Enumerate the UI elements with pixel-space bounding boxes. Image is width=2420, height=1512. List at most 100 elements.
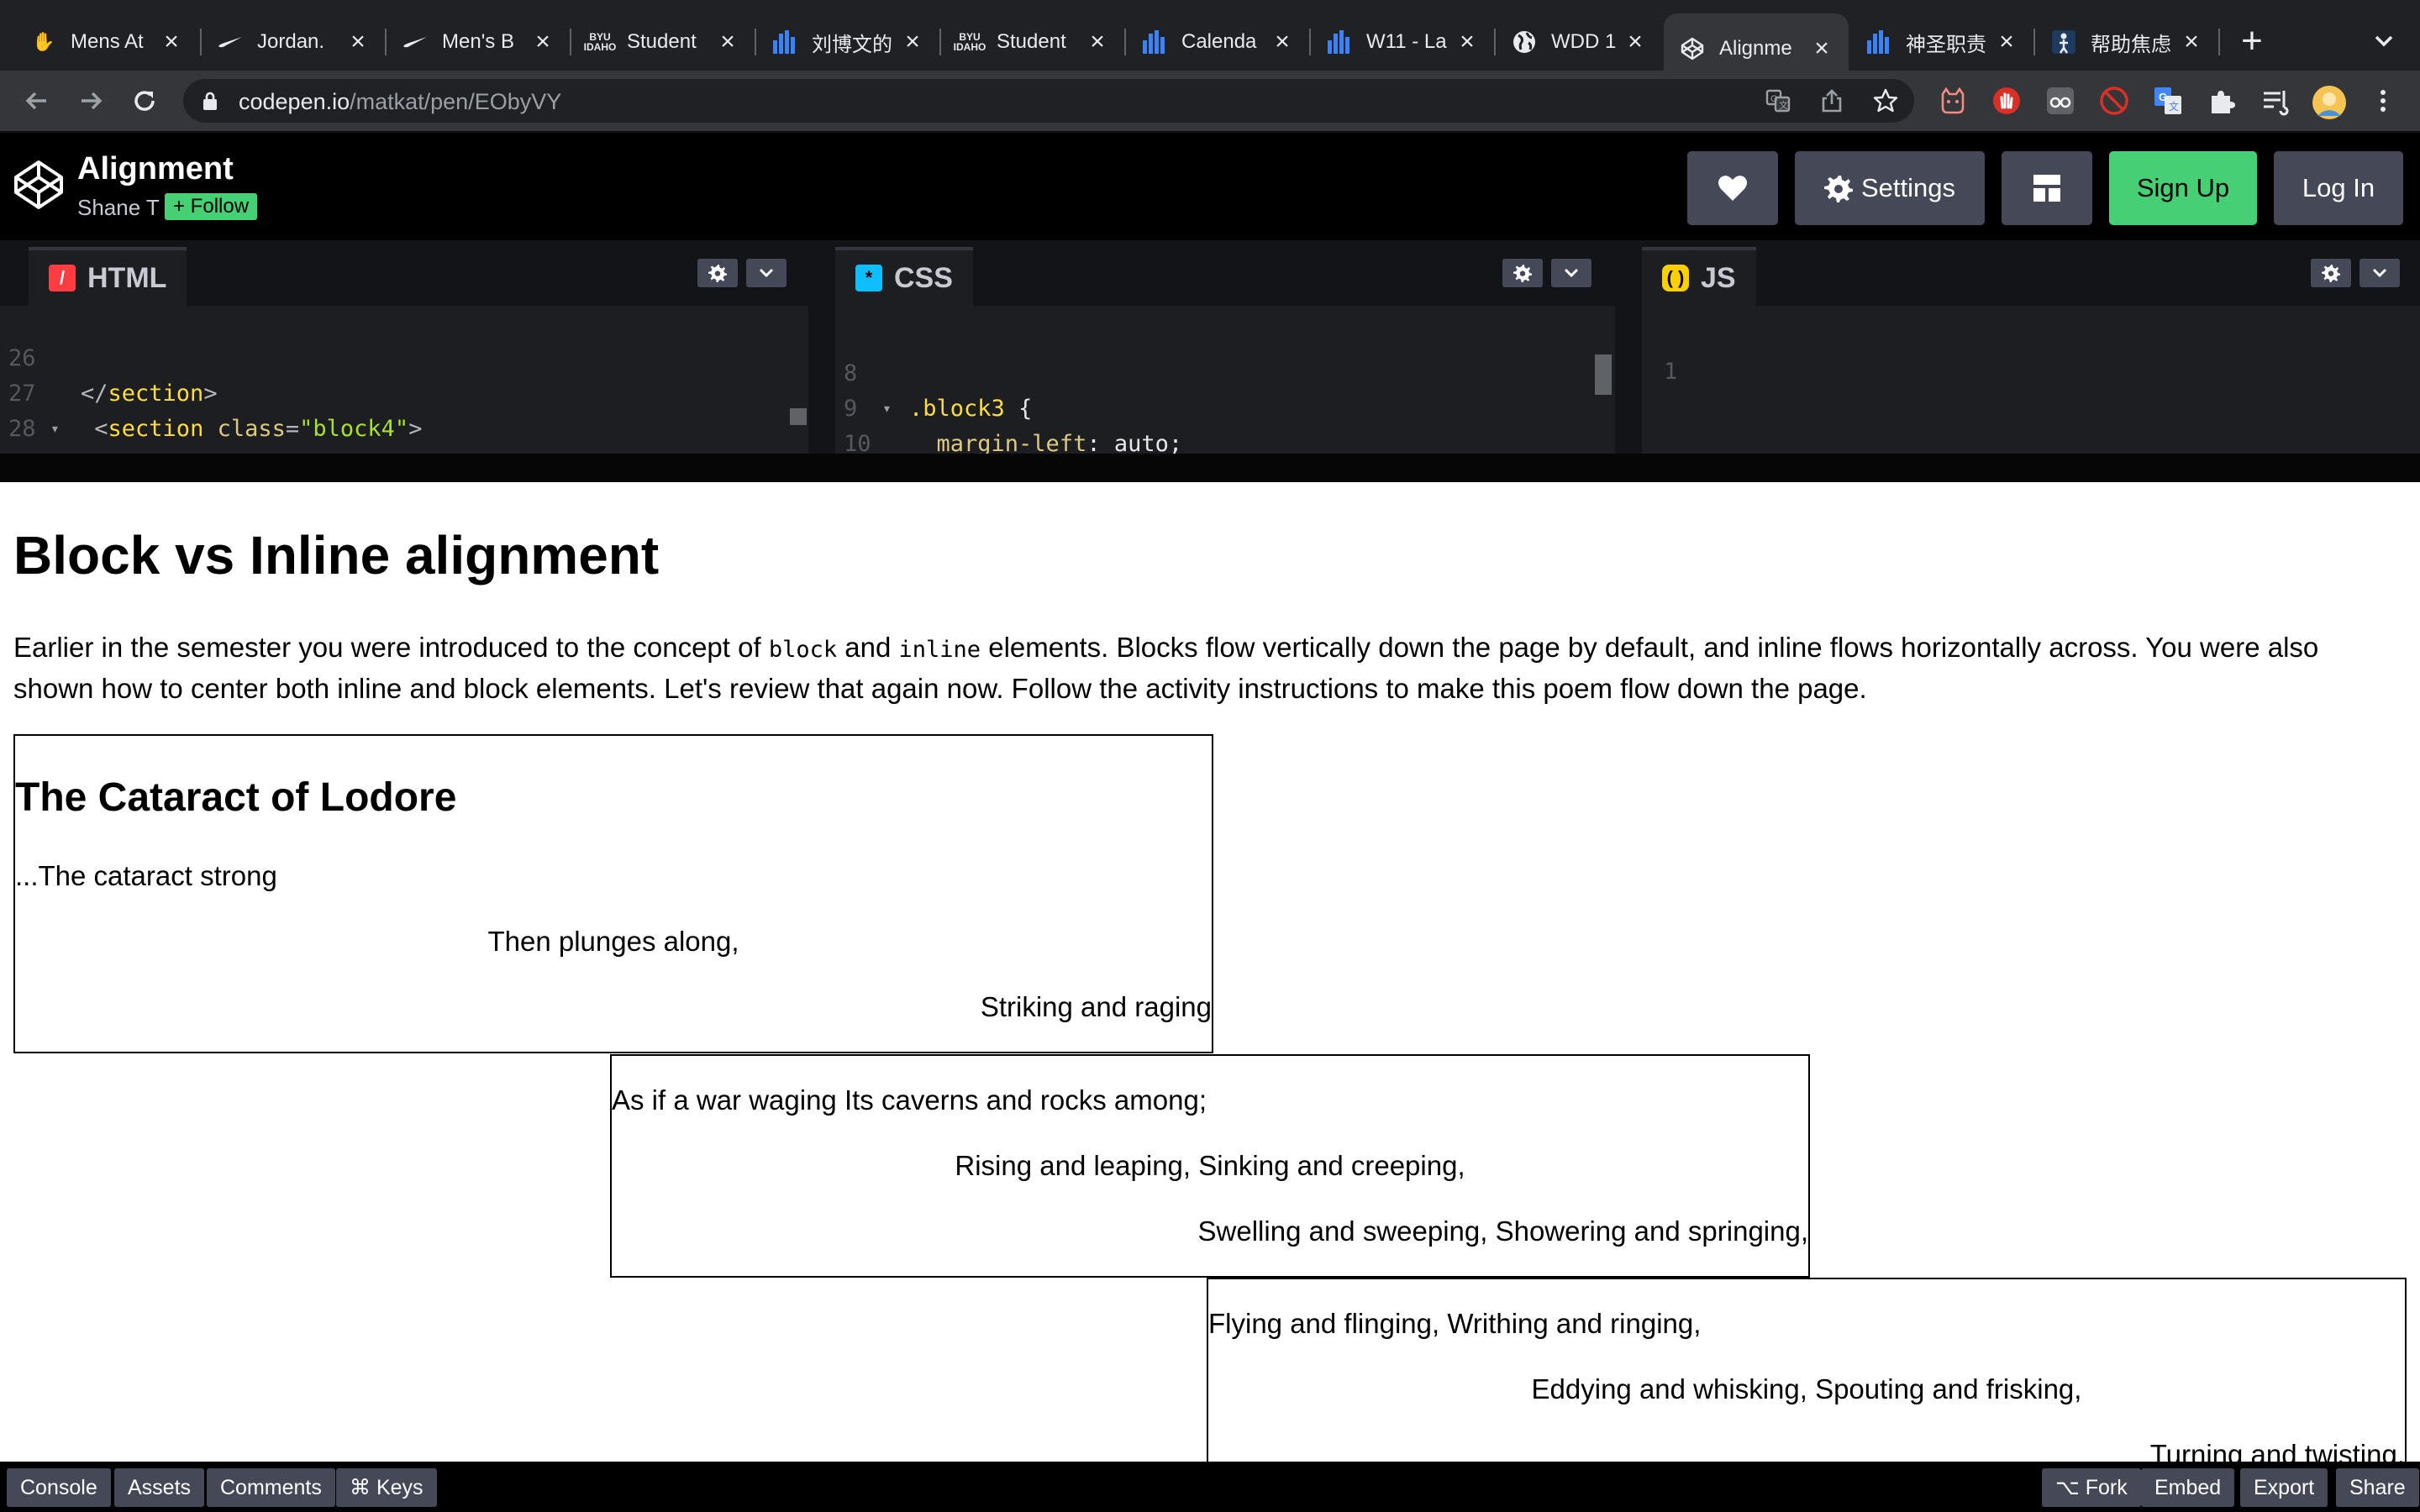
new-tab-button[interactable]: + bbox=[2235, 20, 2269, 61]
close-icon[interactable]: × bbox=[2180, 28, 2203, 55]
browser-tab[interactable]: WDD 13 × bbox=[1496, 15, 1662, 69]
console-button[interactable]: Console bbox=[7, 1468, 111, 1507]
url-text[interactable]: codepen.io/matkat/pen/EObyVY bbox=[239, 89, 561, 115]
avatar[interactable] bbox=[2312, 86, 2346, 119]
close-icon[interactable]: × bbox=[1623, 28, 1647, 55]
glasses-extension-icon[interactable] bbox=[2045, 86, 2075, 116]
gear-icon[interactable] bbox=[2311, 259, 2351, 287]
poem-line-center: Eddying and whisking, Spouting and frisk… bbox=[1531, 1373, 2082, 1404]
tab-css[interactable]: * CSS bbox=[835, 247, 973, 306]
close-icon[interactable]: × bbox=[1810, 34, 1833, 62]
chevron-down-icon[interactable] bbox=[1551, 259, 1591, 287]
tab-title: Student bbox=[997, 30, 1066, 53]
follow-button[interactable]: + Follow bbox=[165, 193, 258, 220]
close-icon[interactable]: × bbox=[1995, 28, 2018, 55]
hand-stop-extension-icon[interactable] bbox=[1991, 86, 2022, 116]
tab-js[interactable]: ( ) JS bbox=[1642, 247, 1756, 306]
bar-chart-icon bbox=[771, 29, 798, 55]
js-editor-header: ( ) JS bbox=[1642, 240, 2420, 306]
back-arrow-icon[interactable] bbox=[17, 81, 57, 121]
close-icon[interactable]: × bbox=[1455, 28, 1479, 55]
more-vertical-icon[interactable] bbox=[2368, 86, 2398, 116]
share-icon[interactable] bbox=[1818, 87, 1845, 114]
forward-arrow-icon[interactable] bbox=[71, 81, 111, 121]
scrollbar[interactable] bbox=[1595, 354, 1612, 395]
chevron-down-icon[interactable] bbox=[746, 259, 786, 287]
export-button[interactable]: Export bbox=[2240, 1468, 2328, 1507]
close-icon[interactable]: × bbox=[531, 28, 555, 55]
embed-button[interactable]: Embed bbox=[2141, 1468, 2235, 1507]
layout-button[interactable] bbox=[2002, 151, 2092, 225]
log-in-button[interactable]: Log In bbox=[2274, 151, 2403, 225]
poem-block-2: As if a war waging Its caverns and rocks… bbox=[610, 1054, 1810, 1278]
svg-text:G: G bbox=[2159, 91, 2167, 103]
editor-resize-bar[interactable] bbox=[0, 454, 2420, 482]
puzzle-extensions-icon[interactable] bbox=[2207, 86, 2237, 116]
gear-icon bbox=[1823, 176, 1853, 202]
figure-icon bbox=[2050, 29, 2077, 55]
code-text: rebound:</p> bbox=[103, 447, 266, 454]
codepen-logo-icon[interactable] bbox=[12, 158, 66, 212]
browser-tab[interactable]: 帮助焦虑 × bbox=[2035, 15, 2218, 69]
chevron-down-icon[interactable] bbox=[2360, 259, 2400, 287]
intro-text: Earlier in the semester you were introdu… bbox=[13, 632, 769, 663]
comments-button[interactable]: Comments bbox=[207, 1468, 335, 1507]
scrollbar[interactable] bbox=[790, 408, 807, 425]
code-line: 27 ▾ <section class="block4"> bbox=[0, 341, 808, 442]
close-icon[interactable]: × bbox=[901, 28, 924, 55]
cat-extension-icon[interactable] bbox=[1938, 86, 1968, 116]
browser-tab[interactable]: Jordan. × bbox=[202, 15, 385, 69]
lock-icon[interactable] bbox=[200, 91, 220, 111]
url-domain: codepen.io bbox=[239, 89, 350, 114]
tab-title: W11 - La bbox=[1366, 30, 1447, 53]
hand-icon: ✋ bbox=[32, 31, 55, 52]
close-icon[interactable]: × bbox=[1270, 28, 1294, 55]
bar-chart-icon bbox=[1865, 29, 1892, 55]
browser-tab[interactable]: W11 - La × bbox=[1311, 15, 1494, 69]
reading-list-icon[interactable] bbox=[2260, 86, 2291, 116]
css-asterisk-icon: * bbox=[855, 265, 882, 291]
close-icon[interactable]: × bbox=[716, 28, 739, 55]
tab-separator bbox=[2218, 29, 2220, 55]
browser-tab[interactable]: BYU IDAHO Student × bbox=[941, 15, 1124, 69]
browser-tab[interactable]: Men's B × bbox=[387, 15, 570, 69]
reload-icon[interactable] bbox=[124, 81, 165, 121]
pen-author[interactable]: Shane T bbox=[77, 195, 160, 221]
address-bar[interactable]: codepen.io/matkat/pen/EObyVY G文 bbox=[183, 79, 1914, 123]
heart-button[interactable] bbox=[1687, 151, 1778, 225]
browser-tab[interactable]: 神圣职责 × bbox=[1850, 15, 2033, 69]
blocked-extension-icon[interactable] bbox=[2099, 86, 2129, 116]
poem-block-1: The Cataract of Lodore ...The cataract s… bbox=[13, 734, 1213, 1053]
browser-tab[interactable]: Calenda × bbox=[1126, 15, 1309, 69]
settings-button[interactable]: Settings bbox=[1795, 151, 1985, 225]
inline-code: block bbox=[768, 637, 838, 663]
code-line: rebound:</p> bbox=[0, 412, 808, 454]
globe-icon bbox=[1511, 29, 1538, 55]
keys-button[interactable]: ⌘ Keys bbox=[336, 1468, 437, 1507]
assets-button[interactable]: Assets bbox=[114, 1468, 205, 1507]
sign-up-button[interactable]: Sign Up bbox=[2109, 151, 2257, 225]
google-translate-extension-icon[interactable]: G文 bbox=[2153, 86, 2183, 116]
codepen-footer: Console Assets Comments ⌘ Keys ⌥ Fork Em… bbox=[0, 1462, 2420, 1512]
svg-text:文: 文 bbox=[2169, 100, 2179, 113]
translate-icon[interactable]: G文 bbox=[1765, 87, 1791, 114]
gear-icon[interactable] bbox=[1502, 259, 1543, 287]
browser-tab[interactable]: BYU IDAHO Student × bbox=[571, 15, 755, 69]
heart-icon bbox=[1718, 176, 1747, 201]
html-code[interactable]: 26 </section> 27 ▾ <section class="block… bbox=[0, 306, 808, 454]
chevron-down-icon[interactable] bbox=[2370, 27, 2398, 55]
close-icon[interactable]: × bbox=[346, 28, 370, 55]
browser-tab[interactable]: ✋ Mens At × bbox=[15, 15, 198, 69]
tab-title: WDD 13 bbox=[1551, 30, 1617, 53]
fork-button[interactable]: ⌥ Fork bbox=[2042, 1468, 2141, 1507]
js-code[interactable]: 1 bbox=[1642, 319, 2420, 385]
css-code[interactable]: 8 ▾.block3 { 9 margin-left: auto; 10 } 1… bbox=[835, 321, 1615, 454]
close-icon[interactable]: × bbox=[160, 28, 183, 55]
close-icon[interactable]: × bbox=[1086, 28, 1109, 55]
browser-tab[interactable]: 刘博文的 × bbox=[756, 15, 939, 69]
bookmark-star-icon[interactable] bbox=[1872, 87, 1899, 114]
gear-icon[interactable] bbox=[697, 259, 738, 287]
tab-html[interactable]: / HTML bbox=[29, 247, 187, 306]
share-button[interactable]: Share bbox=[2336, 1468, 2419, 1507]
byu-idaho-icon: BYU IDAHO bbox=[953, 31, 986, 53]
